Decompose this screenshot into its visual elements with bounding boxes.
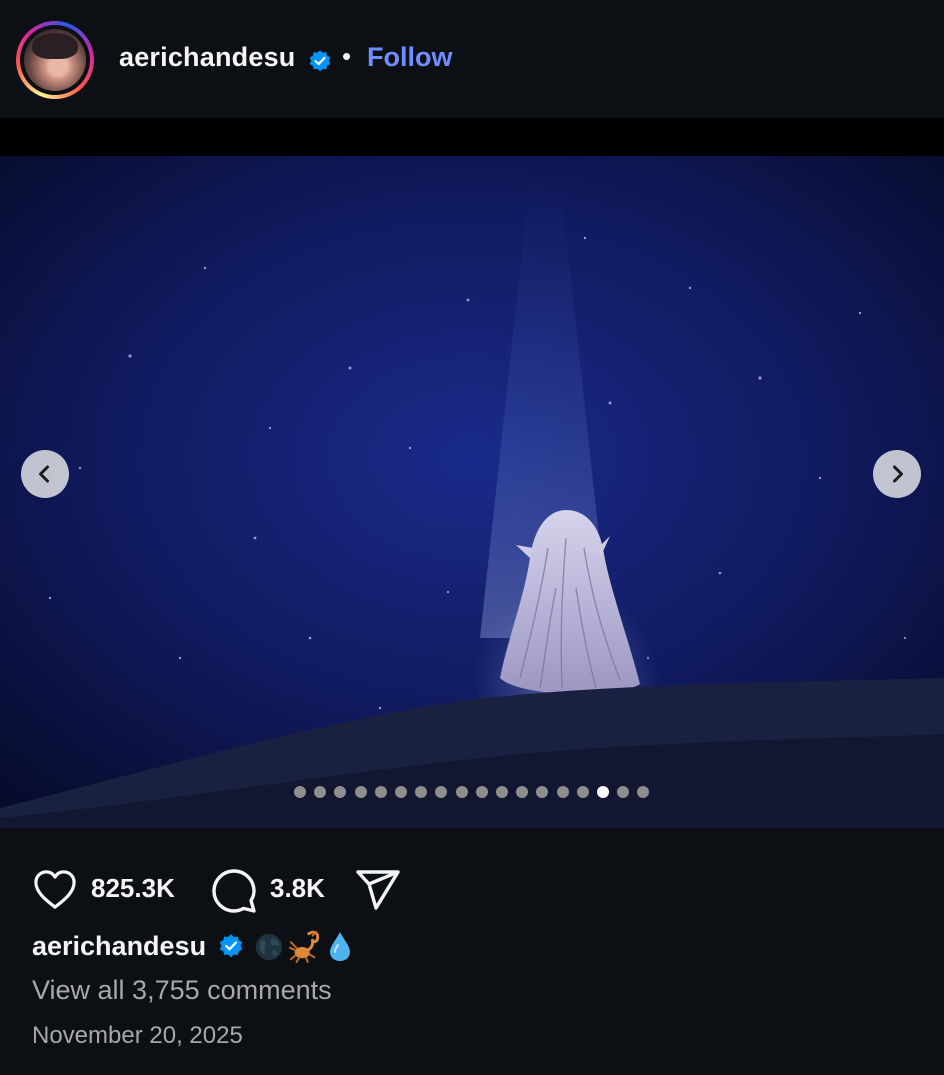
heart-icon[interactable] (32, 868, 78, 910)
carousel-dot (334, 786, 347, 798)
post-footer: 825.3K 3.8K aerichandesu View all 3,755 … (0, 828, 944, 1075)
verified-badge-icon (219, 934, 243, 958)
avatar-frame (20, 25, 90, 95)
view-all-comments-link[interactable]: View all 3,755 comments (32, 975, 332, 1006)
verified-badge-icon (309, 50, 331, 72)
post-date: November 20, 2025 (32, 1022, 243, 1049)
post-media-carousel[interactable] (0, 118, 944, 828)
scorpion-emoji-icon (288, 930, 320, 963)
carousel-dot (374, 786, 387, 798)
avatar[interactable] (24, 29, 86, 91)
carousel-dot (415, 786, 428, 798)
story-ring[interactable] (16, 21, 94, 99)
like-count[interactable]: 825.3K (91, 873, 175, 904)
chevron-left-icon (39, 465, 49, 483)
caption-username[interactable]: aerichandesu (32, 931, 206, 962)
post-author-username[interactable]: aerichandesu (119, 42, 295, 73)
carousel-dot (496, 786, 508, 798)
carousel-dot (556, 786, 569, 798)
carousel-dot (536, 786, 549, 798)
carousel-dot (475, 786, 488, 798)
droplet-emoji-icon (330, 932, 350, 961)
carousel-dot (637, 786, 650, 798)
share-icon[interactable] (354, 868, 402, 912)
post-image (0, 118, 944, 828)
carousel-next-button[interactable] (873, 450, 921, 498)
carousel-dot (455, 786, 468, 798)
carousel-dot (395, 786, 407, 798)
carousel-dot (435, 786, 448, 798)
carousel-dot-active (597, 786, 609, 798)
carousel-prev-button[interactable] (21, 450, 69, 498)
header-separator: • (342, 41, 352, 71)
carousel-dot (294, 786, 306, 798)
comment-count[interactable]: 3.8K (270, 873, 325, 904)
chevron-right-icon (893, 465, 903, 483)
carousel-dot (354, 786, 367, 798)
carousel-dot (314, 786, 327, 798)
carousel-dot (617, 786, 630, 798)
carousel-dot (516, 786, 529, 798)
follow-button[interactable]: Follow (367, 42, 452, 73)
carousel-dot (576, 786, 589, 798)
globe-emoji-icon (255, 933, 283, 961)
carousel-indicator (0, 784, 944, 800)
post-header: aerichandesu • Follow (0, 0, 944, 118)
comment-icon[interactable] (210, 867, 258, 915)
